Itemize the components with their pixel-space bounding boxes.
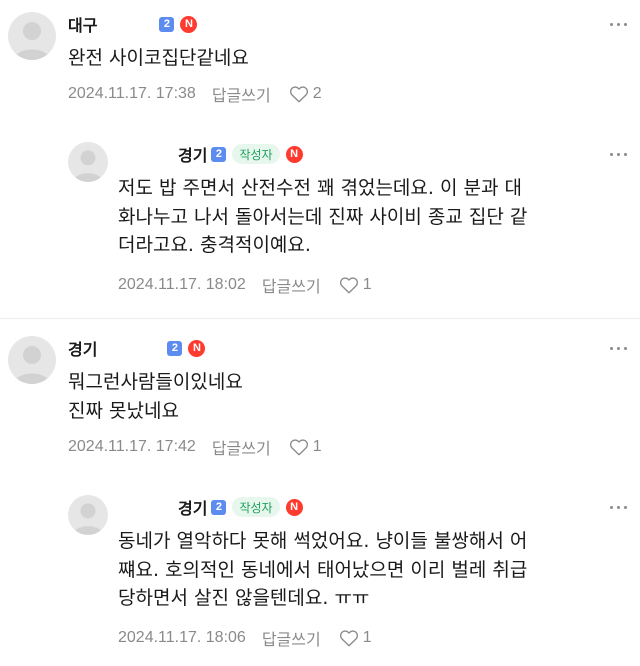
heart-outline-icon (339, 630, 358, 647)
new-badge: N (180, 15, 198, 33)
avatar[interactable] (8, 12, 56, 60)
author-row: 경기 2 작성자 N (118, 142, 303, 166)
comment-meta: 2024.11.17. 17:42 답글쓰기 1 (68, 435, 322, 459)
like-button[interactable]: 2 (289, 85, 322, 103)
more-options-icon (609, 152, 613, 156)
more-options-button[interactable] (606, 144, 630, 164)
comment-item: 경기 2 N 뭐그런사람들이있네요 진짜 못났네요 2024.11.17. 17… (0, 320, 640, 666)
avatar[interactable] (8, 336, 56, 384)
comment-meta: 2024.11.17. 18:06 답글쓰기 1 (118, 626, 372, 650)
author-row: 대구 2 N (68, 12, 198, 36)
comment-divider (0, 318, 640, 319)
reply-button[interactable]: 답글쓰기 (262, 626, 321, 650)
more-options-button[interactable] (606, 497, 630, 517)
heart-outline-icon (339, 277, 358, 294)
heart-outline-icon (289, 86, 308, 103)
like-count: 1 (312, 438, 322, 455)
default-profile-icon (73, 503, 103, 535)
comment-date: 2024.11.17. 18:06 (118, 629, 246, 646)
default-profile-icon (73, 150, 103, 182)
author-name-redacted (118, 500, 178, 514)
comment-meta: 2024.11.17. 17:38 답글쓰기 2 (68, 82, 322, 106)
like-count: 1 (362, 276, 372, 293)
default-profile-icon (14, 346, 50, 384)
comment-date: 2024.11.17. 17:42 (68, 438, 196, 455)
author-name[interactable]: 경기 (178, 495, 207, 519)
like-count: 1 (362, 629, 372, 646)
avatar[interactable] (68, 495, 108, 535)
level-badge: 2 (167, 340, 183, 356)
comment-text: 동네가 열악하다 못해 썩었어요. 냥이들 불쌍해서 어 쨰요. 호의적인 동네… (118, 530, 528, 609)
like-button[interactable]: 1 (289, 438, 322, 456)
default-profile-icon (14, 22, 50, 60)
level-badge: 2 (159, 16, 175, 32)
author-name-redacted (118, 147, 178, 161)
author-row: 경기 2 작성자 N (118, 495, 303, 519)
more-options-icon (609, 22, 613, 26)
new-badge: N (285, 498, 303, 516)
comment-text: 저도 밥 주면서 산전수전 꽤 겪었는데요. 이 분과 대 화나누고 나서 돌아… (118, 177, 528, 256)
reply-button[interactable]: 답글쓰기 (212, 435, 271, 459)
comment-date: 2024.11.17. 17:38 (68, 85, 196, 102)
writer-badge: 작성자 (232, 144, 280, 164)
heart-outline-icon (289, 439, 308, 456)
like-button[interactable]: 1 (339, 629, 372, 647)
author-name-redacted (101, 341, 163, 355)
avatar[interactable] (68, 142, 108, 182)
author-name[interactable]: 경기 (68, 336, 97, 360)
more-options-button[interactable] (606, 338, 630, 358)
comment-meta: 2024.11.17. 18:02 답글쓰기 1 (118, 273, 372, 297)
reply-button[interactable]: 답글쓰기 (212, 82, 271, 106)
author-row: 경기 2 N (68, 336, 206, 360)
comment-date: 2024.11.17. 18:02 (118, 276, 246, 293)
level-badge: 2 (211, 146, 227, 162)
more-options-icon (609, 346, 613, 350)
author-name-redacted (101, 17, 155, 31)
like-count: 2 (312, 85, 322, 102)
more-options-button[interactable] (606, 14, 630, 34)
comment-text: 완전 사이코집단같네요 (68, 47, 249, 69)
reply-button[interactable]: 답글쓰기 (262, 273, 321, 297)
author-name[interactable]: 경기 (178, 142, 207, 166)
more-options-icon (609, 505, 613, 509)
level-badge: 2 (211, 499, 227, 515)
new-badge: N (285, 145, 303, 163)
comment-item: 대구 2 N 완전 사이코집단같네요 2024.11.17. 17:38 답글쓰… (0, 0, 640, 320)
like-button[interactable]: 1 (339, 276, 372, 294)
author-name[interactable]: 대구 (68, 12, 97, 36)
writer-badge: 작성자 (232, 497, 280, 517)
new-badge: N (188, 339, 206, 357)
comment-text: 뭐그런사람들이있네요 진짜 못났네요 (68, 371, 243, 422)
